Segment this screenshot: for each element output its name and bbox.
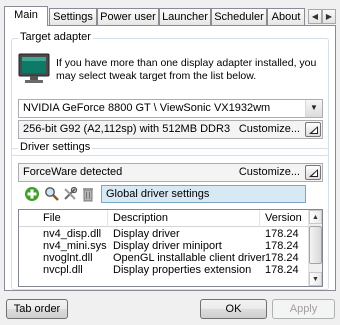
search-icon[interactable]: [44, 186, 60, 202]
chevron-down-icon[interactable]: ▼: [305, 100, 322, 117]
cell-file: nv4_mini.sys: [43, 240, 107, 252]
driver-settings-group: Driver settings ForceWare detected Custo…: [11, 141, 329, 290]
ok-button[interactable]: OK: [200, 299, 267, 319]
driver-settings-title: Driver settings: [18, 141, 93, 153]
table-row[interactable]: nv4_disp.dll Display driver 178.24: [19, 228, 308, 240]
table-row[interactable]: nvcpl.dll Display properties extension 1…: [19, 264, 308, 276]
cell-description: Display driver miniport: [113, 240, 222, 252]
target-adapter-title: Target adapter: [18, 31, 93, 43]
driver-info-text: ForceWare detected: [23, 166, 123, 178]
driver-customize-label: Customize...: [238, 166, 300, 178]
customize-icon: [309, 169, 318, 177]
main-tab-panel: Target adapter If you have more than one…: [4, 25, 336, 291]
target-adapter-description: If you have more than one display adapte…: [56, 57, 317, 82]
cell-version: 178.24: [265, 240, 299, 252]
add-icon[interactable]: [24, 186, 40, 202]
target-adapter-group: Target adapter If you have more than one…: [11, 31, 329, 156]
apply-button[interactable]: Apply: [272, 299, 335, 319]
column-divider[interactable]: [259, 210, 260, 227]
scroll-up-icon[interactable]: ▲: [309, 210, 322, 224]
cell-description: OpenGL installable client driver: [113, 252, 266, 264]
tab-launcher[interactable]: Launcher: [159, 8, 211, 25]
cell-description: Display properties extension: [113, 264, 252, 276]
driver-customize-button[interactable]: [305, 165, 321, 180]
adapter-customize-label: Customize...: [238, 123, 300, 135]
column-header-description[interactable]: Description: [113, 212, 168, 224]
adapter-info-text: 256-bit G92 (A2,112sp) with 512MB DDR3: [23, 123, 231, 135]
adapter-select[interactable]: NVIDIA GeForce 8800 GT \ ViewSonic VX193…: [18, 99, 323, 118]
driver-files-list[interactable]: File Description Version nv4_disp.dll Di…: [18, 209, 323, 287]
tab-scroll-left-button[interactable]: ◀: [308, 9, 322, 24]
cell-version: 178.24: [265, 228, 299, 240]
table-row[interactable]: nv4_mini.sys Display driver miniport 178…: [19, 240, 308, 252]
tab-settings[interactable]: Settings: [49, 8, 97, 25]
adapter-select-value: NVIDIA GeForce 8800 GT \ ViewSonic VX193…: [23, 102, 271, 114]
cell-file: nvcpl.dll: [43, 264, 83, 276]
cell-file: nvoglnt.dll: [43, 252, 93, 264]
column-header-file[interactable]: File: [43, 212, 61, 224]
tab-power-user[interactable]: Power user: [97, 8, 159, 25]
column-divider[interactable]: [107, 210, 108, 227]
delete-icon[interactable]: [80, 186, 96, 202]
list-header: File Description Version: [19, 210, 322, 227]
tab-order-button[interactable]: Tab order: [6, 299, 68, 319]
scrollbar-thumb[interactable]: [309, 226, 322, 264]
cell-version: 178.24: [265, 252, 299, 264]
adapter-customize-button[interactable]: [305, 122, 321, 137]
profile-name-text: Global driver settings: [106, 188, 210, 200]
monitor-icon: [18, 53, 50, 85]
tab-strip: Main Settings Power user Launcher Schedu…: [4, 6, 338, 26]
tab-scheduler[interactable]: Scheduler: [211, 8, 267, 25]
list-scrollbar[interactable]: ▲ ▼: [308, 210, 322, 286]
cell-version: 178.24: [265, 264, 299, 276]
scroll-down-icon[interactable]: ▼: [309, 272, 322, 286]
adapter-info-field: 256-bit G92 (A2,112sp) with 512MB DDR3 C…: [18, 120, 323, 139]
tab-scroll-right-button[interactable]: ▶: [322, 9, 336, 24]
column-header-version[interactable]: Version: [265, 212, 302, 224]
table-row[interactable]: nvoglnt.dll OpenGL installable client dr…: [19, 252, 308, 264]
tab-about[interactable]: About: [267, 8, 305, 25]
customize-icon: [309, 126, 318, 134]
cell-description: Display driver: [113, 228, 180, 240]
tab-main[interactable]: Main: [4, 6, 48, 26]
cell-file: nv4_disp.dll: [43, 228, 102, 240]
tools-icon[interactable]: [62, 186, 78, 202]
driver-info-field: ForceWare detected Customize...: [18, 163, 323, 182]
profile-name-field[interactable]: Global driver settings: [101, 185, 306, 203]
